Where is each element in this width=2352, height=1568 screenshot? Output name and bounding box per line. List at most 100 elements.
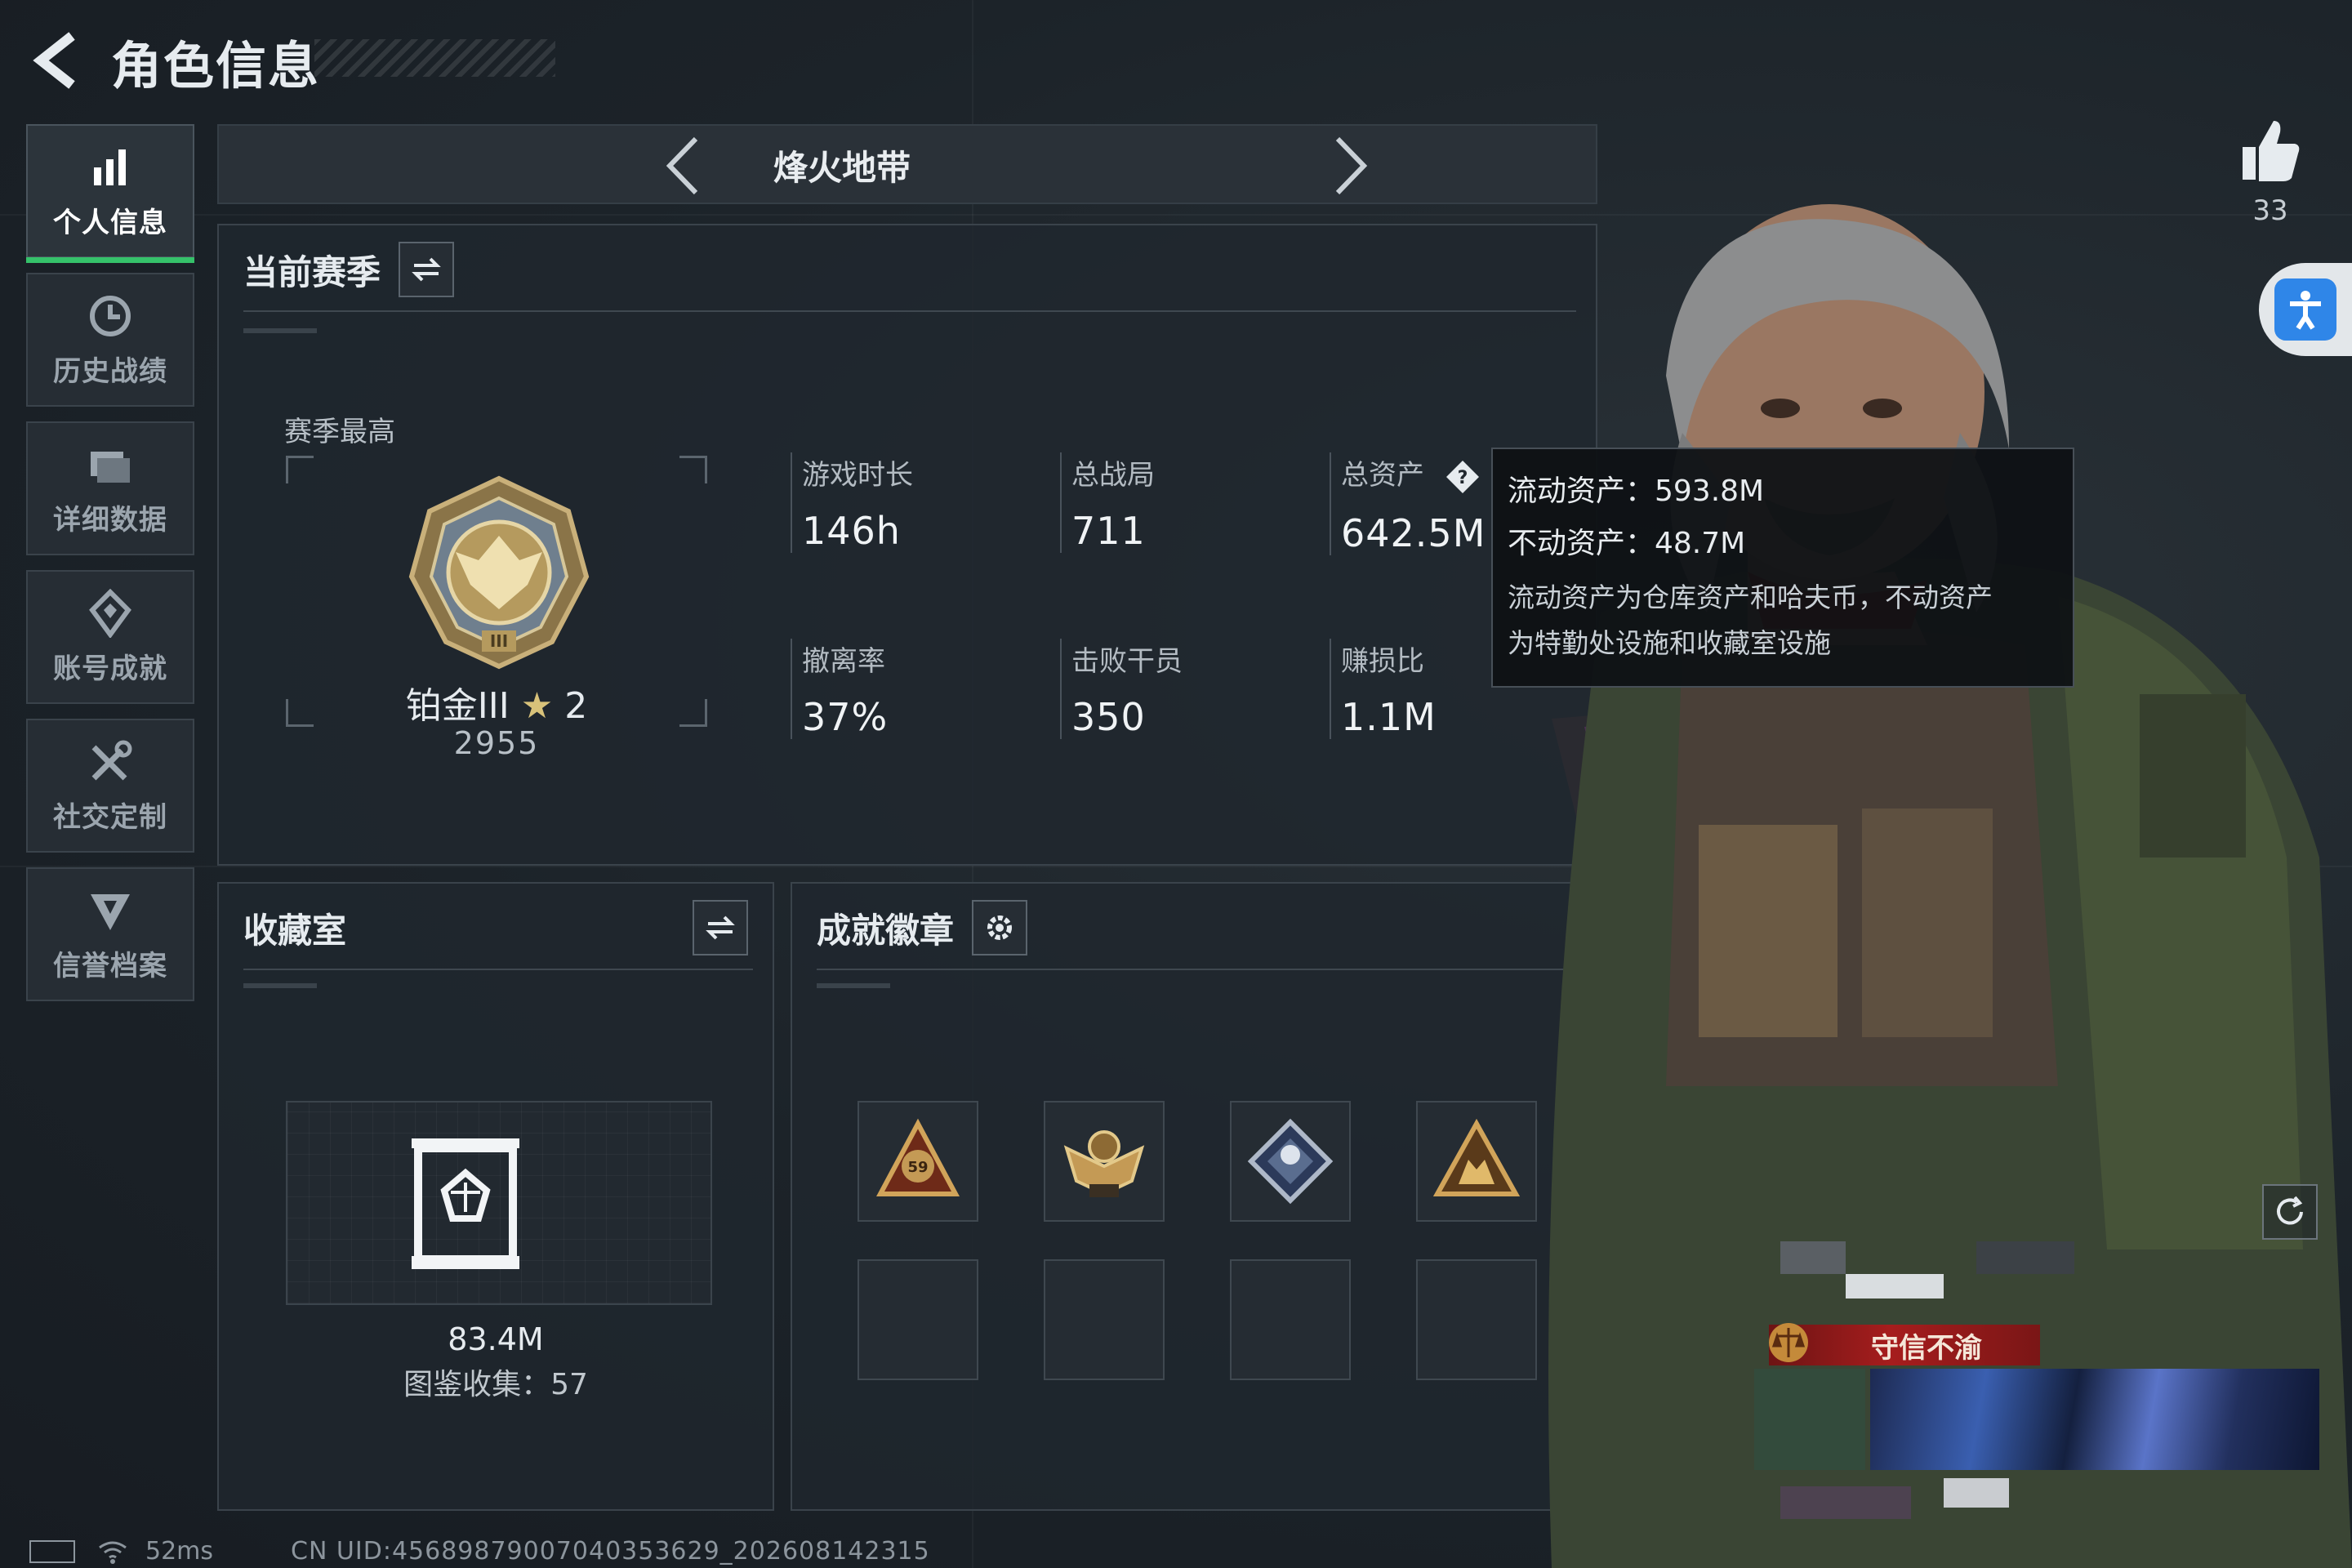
badge-eagle-icon — [1063, 1130, 1145, 1197]
next-mode-button[interactable] — [1316, 134, 1382, 198]
stat-label: 总战局 — [1071, 459, 1155, 492]
like-count: 33 — [2252, 194, 2288, 227]
tools-icon — [86, 737, 135, 786]
season-switch-button[interactable] — [399, 242, 455, 297]
credit-shield-icon — [86, 886, 135, 935]
assets-tooltip: 流动资产：593.8M 不动资产：48.7M 流动资产为仓库资产和哈夫币，不动资… — [1491, 448, 2074, 688]
stat-kills: 击败干员 350 — [1060, 639, 1183, 739]
ping-value: 52ms — [145, 1537, 214, 1566]
stat-profit-ratio: 赚损比 1.1M — [1330, 639, 1437, 739]
battery-icon — [29, 1539, 75, 1563]
collection-panel: 收藏室 83.4M 图鉴收集：57 — [217, 882, 774, 1511]
vault-icon — [408, 1134, 523, 1272]
sidebar-item-personal-info[interactable]: 个人信息 — [26, 124, 194, 263]
panel-decoration — [243, 328, 317, 333]
achievement-slot[interactable] — [1230, 1101, 1351, 1222]
player-avatar[interactable] — [1754, 1369, 1865, 1470]
achievement-slot-empty[interactable] — [1230, 1259, 1351, 1380]
rank-stars: 2 — [564, 685, 588, 727]
mode-title: 烽火地带 — [773, 148, 911, 188]
honor-title: 守信不渝 — [1871, 1331, 1982, 1365]
honor-title-banner: 守信不渝 — [1769, 1323, 2040, 1365]
achievement-slot-empty[interactable] — [1044, 1259, 1165, 1380]
status-bar: 52ms — [29, 1537, 213, 1566]
bar-chart-icon — [86, 143, 135, 192]
panel-decoration — [243, 983, 317, 988]
collection-display[interactable] — [286, 1101, 712, 1305]
panel-divider — [243, 310, 1576, 312]
panel-decoration — [817, 983, 890, 988]
scale-emblem-icon — [1769, 1323, 1808, 1362]
achievements-settings-button[interactable] — [972, 900, 1028, 956]
obscured-block — [1944, 1478, 2009, 1508]
stat-label: 赚损比 — [1341, 645, 1424, 678]
accessibility-button[interactable] — [2259, 263, 2352, 356]
folder-icon — [86, 440, 135, 489]
stat-extract-rate: 撤离率 37% — [791, 639, 888, 739]
sidebar-item-label: 社交定制 — [53, 800, 167, 834]
user-uid: CN UID:4568987900704035362​9_20260814231… — [291, 1537, 930, 1566]
achievement-icon — [86, 588, 135, 639]
sidebar-item-history[interactable]: 历史战绩 — [26, 273, 194, 407]
rank-tier: 铂金III — [405, 685, 510, 727]
sidebar-item-achievements[interactable]: 账号成就 — [26, 570, 194, 704]
collection-switch-button[interactable] — [693, 900, 748, 956]
back-button[interactable] — [29, 29, 87, 91]
collection-title: 收藏室 — [243, 910, 347, 951]
achievement-slot-empty[interactable] — [858, 1259, 978, 1380]
obscured-block — [1780, 1486, 1911, 1519]
badge-59-icon: 59 — [875, 1118, 960, 1196]
gear-icon — [987, 915, 1013, 940]
stat-play-time: 游戏时长 146h — [791, 452, 913, 553]
history-clock-icon — [86, 292, 135, 341]
chevron-right-icon — [1335, 136, 1368, 195]
season-panel: 当前赛季 赛季最高 III 铂金III ★ 2 2955 游戏时长 146h 总… — [217, 224, 1597, 866]
stat-value: 1.1M — [1341, 695, 1437, 739]
svg-text:59: 59 — [907, 1159, 928, 1176]
stat-label: 撤离率 — [802, 645, 885, 678]
tooltip-desc-line: 流动资产为仓库资产和哈夫币，不动资产 — [1508, 581, 1993, 613]
tooltip-liquid-assets: 流动资产：593.8M — [1508, 474, 1765, 508]
collection-count: 图鉴收集：57 — [403, 1368, 588, 1401]
character-info-screen: 角色信息 个人信息 历史战绩 详细数据 账号成就 社交定制 信誉档案 烽火地带 … — [0, 0, 2352, 1568]
obscured-block — [1846, 1274, 1944, 1298]
achievement-slot[interactable]: 59 — [858, 1101, 978, 1222]
sidebar-item-detail-data[interactable]: 详细数据 — [26, 421, 194, 555]
season-best-label: 赛季最高 — [284, 416, 395, 448]
collection-value: 83.4M — [448, 1321, 544, 1357]
sidebar: 个人信息 历史战绩 详细数据 账号成就 社交定制 信誉档案 — [26, 124, 194, 1016]
thumbs-up-icon — [2243, 121, 2300, 181]
platinum-rank-badge-icon: III — [397, 470, 601, 675]
stat-label-text: 总资产 — [1341, 459, 1424, 492]
frame-corner — [286, 456, 314, 483]
star-icon: ★ — [520, 685, 554, 727]
sidebar-item-label: 账号成就 — [53, 652, 167, 685]
rotate-model-button[interactable] — [2262, 1184, 2318, 1240]
sidebar-item-credit[interactable]: 信誉档案 — [26, 867, 194, 1001]
rank-score: 2955 — [453, 725, 540, 761]
frame-corner — [679, 699, 707, 727]
stat-total-matches: 总战局 711 — [1060, 452, 1155, 553]
achievements-title: 成就徽章 — [817, 910, 955, 951]
obscured-block — [1780, 1241, 1846, 1274]
title-decoration — [314, 39, 555, 77]
player-card-banner — [1870, 1369, 2319, 1470]
back-arrow-icon — [33, 32, 75, 89]
stat-label: 游戏时长 — [802, 459, 913, 492]
sidebar-item-label: 历史战绩 — [53, 354, 167, 388]
frame-corner — [286, 699, 314, 727]
achievement-slot[interactable] — [1044, 1101, 1165, 1222]
rank-name: 铂金III ★ 2 — [374, 676, 619, 728]
tooltip-fixed-assets: 不动资产：48.7M — [1508, 527, 1746, 560]
wifi-icon — [99, 1541, 127, 1564]
rotate-icon — [2277, 1196, 2303, 1225]
swap-icon — [706, 915, 735, 940]
sidebar-item-social[interactable]: 社交定制 — [26, 719, 194, 853]
stat-value: 350 — [1071, 695, 1146, 739]
swap-icon — [412, 257, 441, 282]
like-button[interactable] — [2238, 114, 2303, 188]
frame-corner — [679, 456, 707, 483]
badge-diamond-icon — [1247, 1118, 1334, 1205]
sidebar-item-label: 个人信息 — [53, 206, 167, 239]
stat-value: 146h — [802, 509, 901, 553]
